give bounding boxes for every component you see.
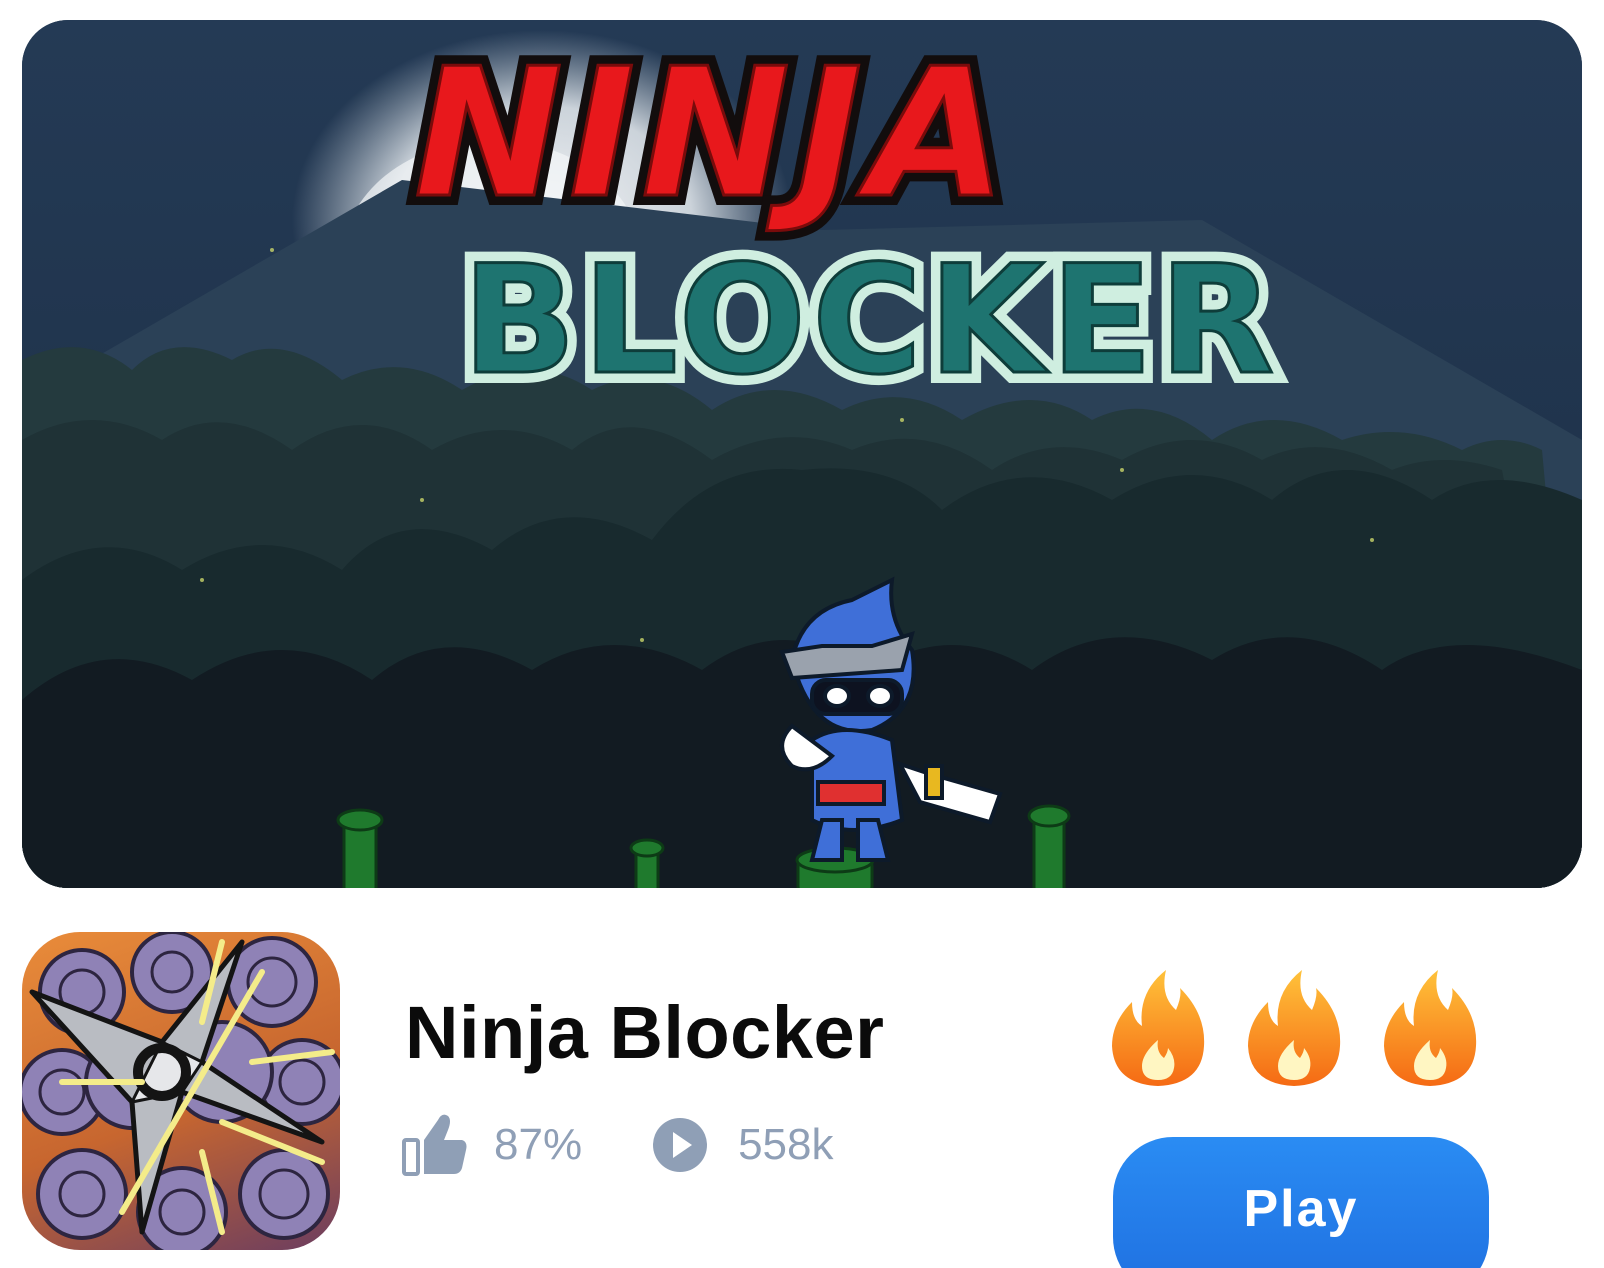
fire-icon	[1384, 970, 1477, 1086]
fire-icon	[1112, 970, 1205, 1086]
game-banner[interactable]: NINJA NINJA BLOCKER BLOCKER	[22, 20, 1582, 888]
plays-stat: 558k	[646, 1112, 834, 1178]
thumbs-up-icon	[402, 1114, 467, 1176]
play-button[interactable]: Play	[1113, 1137, 1489, 1268]
rating-value: 87%	[494, 1120, 583, 1169]
svg-text:NINJA: NINJA	[414, 30, 1012, 237]
rating-stat: 87%	[402, 1112, 582, 1178]
game-title: Ninja Blocker	[405, 991, 885, 1074]
game-card: NINJA NINJA BLOCKER BLOCKER Ninja Blocke…	[0, 0, 1604, 1268]
svg-text:BLOCKER: BLOCKER	[462, 234, 1280, 408]
game-stats: 87% 558k	[402, 1112, 834, 1178]
fire-icon	[1248, 970, 1341, 1086]
shuriken-icon	[22, 932, 340, 1250]
hotness-rating	[1110, 966, 1478, 1088]
game-icon[interactable]	[22, 932, 340, 1250]
plays-value: 558k	[738, 1120, 834, 1169]
banner-artwork: NINJA NINJA BLOCKER BLOCKER	[22, 20, 1582, 888]
play-circle-icon	[653, 1118, 708, 1172]
